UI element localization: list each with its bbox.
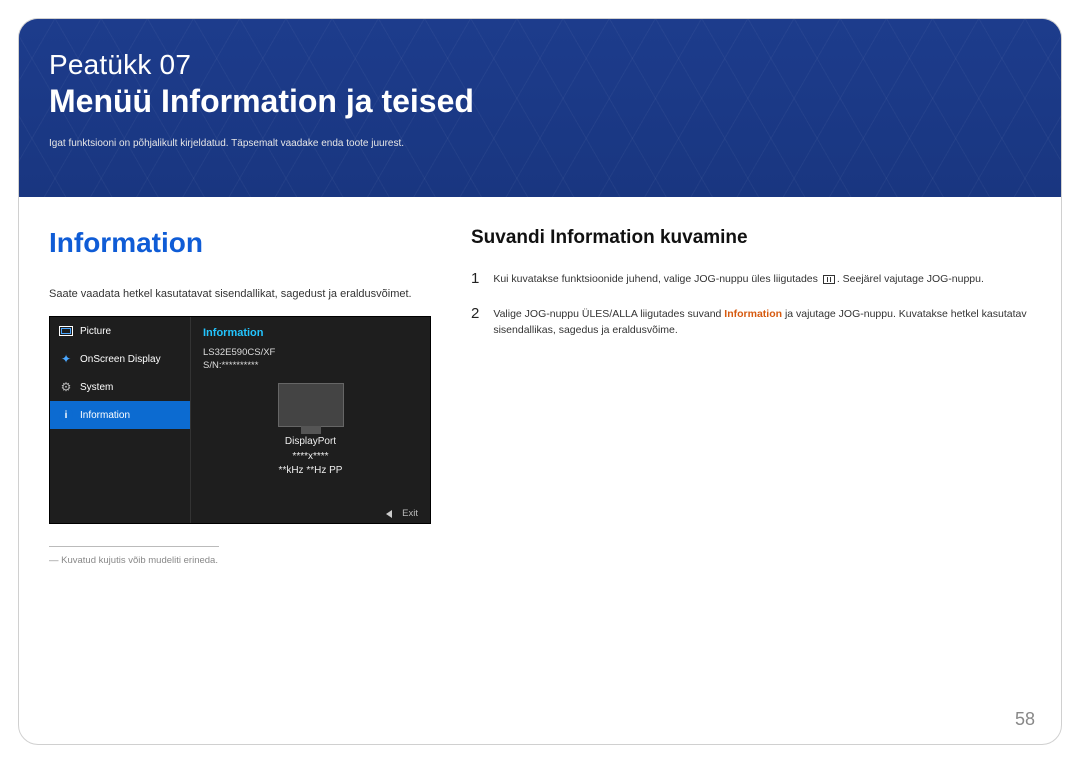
step-number: 2: [471, 306, 479, 339]
step-2: 2 Valige JOG-nuppu ÜLES/ALLA liigutades …: [471, 306, 1031, 339]
osd-footer: Exit: [203, 504, 418, 519]
monitor-icon: [58, 323, 74, 339]
osd-menu-onscreen-display: ✦ OnScreen Display: [50, 345, 190, 373]
step-text-post: . Seejärel vajutage JOG-nuppu.: [837, 273, 984, 285]
chapter-label: Peatükk 07: [49, 49, 1031, 81]
osd-frequency: **kHz **Hz PP: [279, 465, 343, 476]
osd-menu-label: Picture: [80, 326, 111, 337]
osd-port: DisplayPort: [285, 436, 336, 447]
content-area: Information Saate vaadata hetkel kasutat…: [19, 197, 1061, 596]
sub-heading-displaying-information: Suvandi Information kuvamine: [471, 227, 1031, 249]
chapter-subtitle: Igat funktsiooni on põhjalikult kirjelda…: [49, 138, 1031, 149]
intro-text: Saate vaadata hetkel kasutatavat sisenda…: [49, 287, 431, 302]
osd-resolution: ****x****: [292, 451, 328, 462]
target-icon: ✦: [58, 351, 74, 367]
chapter-title: Menüü Information ja teised: [49, 83, 1031, 120]
jog-menu-icon: [823, 275, 835, 284]
osd-exit-label: Exit: [402, 508, 418, 519]
osd-serial-number: S/N:**********: [203, 360, 258, 371]
left-arrow-icon: [386, 510, 392, 518]
osd-model-info: LS32E590CS/XF S/N:**********: [203, 347, 418, 373]
left-column: Information Saate vaadata hetkel kasutat…: [49, 227, 431, 566]
page-frame: Peatükk 07 Menüü Information ja teised I…: [18, 18, 1062, 745]
osd-screenshot: Picture ✦ OnScreen Display ⚙ System i In…: [49, 316, 431, 524]
osd-menu-label: OnScreen Display: [80, 354, 161, 365]
monitor-graphic-icon: [278, 383, 344, 427]
osd-menu-information: i Information: [50, 401, 190, 429]
osd-menu-system: ⚙ System: [50, 373, 190, 401]
step-text-pre: Valige JOG-nuppu ÜLES/ALLA liigutades su…: [493, 308, 724, 320]
footnote-text: ― Kuvatud kujutis võib mudeliti erineda.: [49, 555, 431, 566]
footnote-divider: [49, 546, 219, 547]
osd-signal-info: DisplayPort ****x**** **kHz **Hz PP: [203, 435, 418, 479]
chapter-header: Peatükk 07 Menüü Information ja teised I…: [19, 19, 1061, 197]
step-1: 1 Kui kuvatakse funktsioonide juhend, va…: [471, 271, 1031, 288]
step-text-pre: Kui kuvatakse funktsioonide juhend, vali…: [493, 273, 820, 285]
step-number: 1: [471, 271, 479, 288]
step-text: Valige JOG-nuppu ÜLES/ALLA liigutades su…: [493, 306, 1031, 339]
osd-menu-label: Information: [80, 410, 130, 421]
osd-panel-title: Information: [203, 327, 418, 339]
section-heading-information: Information: [49, 227, 431, 259]
gear-icon: ⚙: [58, 379, 74, 395]
osd-menu-picture: Picture: [50, 317, 190, 345]
osd-panel: Information LS32E590CS/XF S/N:**********…: [190, 317, 430, 523]
step-text-accent: Information: [724, 308, 782, 320]
page-number: 58: [1015, 709, 1035, 730]
osd-menu-label: System: [80, 382, 113, 393]
right-column: Suvandi Information kuvamine 1 Kui kuvat…: [471, 227, 1031, 566]
step-text: Kui kuvatakse funktsioonide juhend, vali…: [493, 271, 984, 288]
info-icon: i: [58, 407, 74, 423]
osd-model-number: LS32E590CS/XF: [203, 347, 275, 358]
osd-menu: Picture ✦ OnScreen Display ⚙ System i In…: [50, 317, 190, 523]
